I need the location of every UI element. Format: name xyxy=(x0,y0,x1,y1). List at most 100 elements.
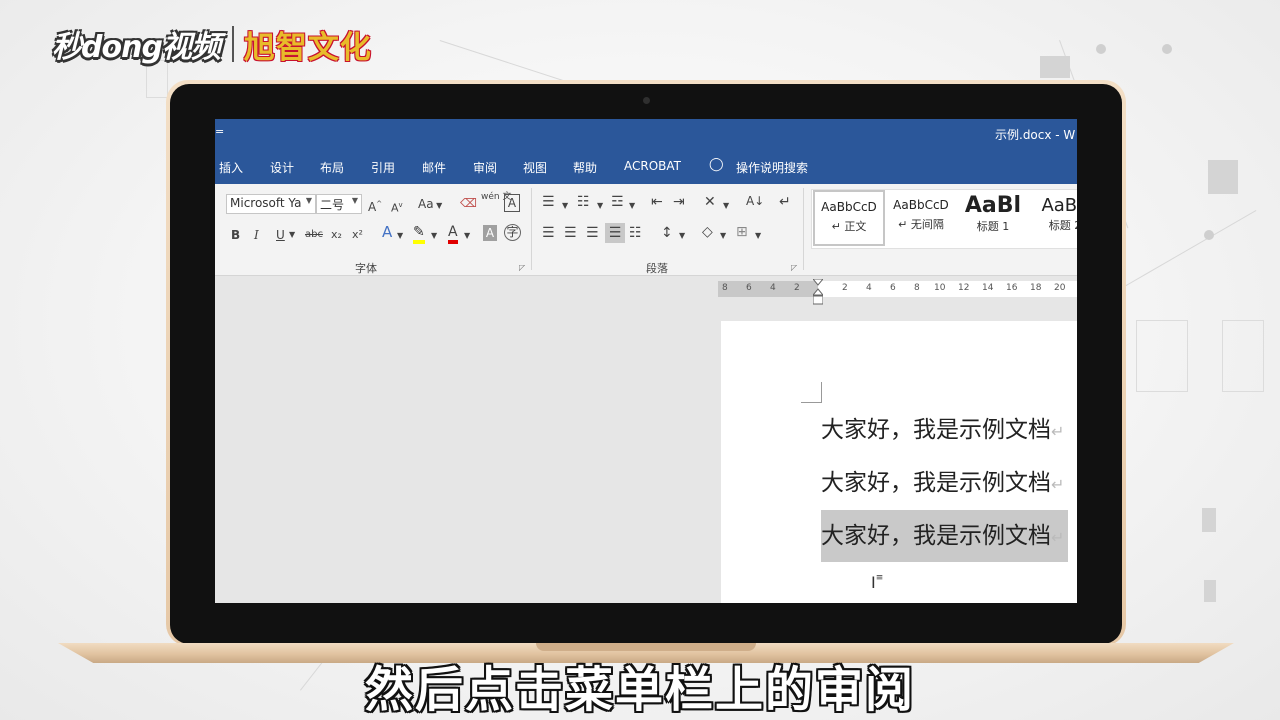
borders-icon[interactable]: ⊞ xyxy=(736,224,748,240)
doc-line-3-selected[interactable]: 大家好，我是示例文档↵ xyxy=(821,510,1069,562)
clear-format-icon[interactable]: ⌫ xyxy=(460,195,477,211)
ruler-tick: 8 xyxy=(914,283,920,293)
shading-icon[interactable]: ◇ xyxy=(702,224,713,240)
chevron-down-icon[interactable]: ▼ xyxy=(562,198,568,214)
line-spacing-icon[interactable]: ↕ xyxy=(661,225,673,241)
multilevel-list-icon[interactable]: ☲ xyxy=(611,194,624,210)
increase-indent-icon[interactable]: ⇥ xyxy=(673,194,685,210)
ruler-tick: 6 xyxy=(890,283,896,293)
style-heading-1[interactable]: AaBl 标题 1 xyxy=(957,190,1029,246)
ruler-tick: 10 xyxy=(934,283,946,293)
brand-logo: 秒dong视频 旭智文化 xyxy=(52,22,372,66)
ruler-tick: 4 xyxy=(866,283,872,293)
indent-marker-icon[interactable] xyxy=(813,279,823,305)
text-effects-icon[interactable]: A xyxy=(382,224,392,240)
justify-icon[interactable]: ☰ xyxy=(605,223,625,243)
highlight-icon[interactable]: ✎ xyxy=(413,224,425,244)
font-group-label: 字体 xyxy=(355,262,377,275)
ruler-tick: 8 xyxy=(722,283,728,293)
bullets-icon[interactable]: ☰ xyxy=(542,194,555,210)
text-cursor-icon: I≡ xyxy=(871,573,884,592)
ruler-tick: 12 xyxy=(958,283,970,293)
doc-line-2[interactable]: 大家好，我是示例文档↵ xyxy=(821,457,1068,509)
chevron-down-icon[interactable]: ▼ xyxy=(431,228,437,244)
sort-icon[interactable]: A↓ xyxy=(746,193,764,209)
ruler-tick: 20 xyxy=(1054,283,1066,293)
quick-access-icon[interactable]: = xyxy=(215,125,224,138)
para-mark-icon: ↵ xyxy=(898,218,911,231)
strikethrough-button[interactable]: abc xyxy=(305,227,323,243)
show-marks-icon[interactable]: ↵ xyxy=(779,194,791,210)
styles-gallery: AaBbCcD ↵ 正文 AaBbCcD ↵ 无间隔 AaBl 标题 1 AaB… xyxy=(811,189,1077,249)
tab-acrobat[interactable]: ACROBAT xyxy=(624,159,681,173)
horizontal-ruler[interactable]: 8 6 4 2 2 4 6 8 10 12 14 16 18 20 xyxy=(718,281,1077,297)
font-name-combo[interactable]: Microsoft Ya ▼ xyxy=(226,194,316,214)
subscript-button[interactable]: x₂ xyxy=(331,227,342,243)
font-color-icon[interactable]: A xyxy=(448,224,458,244)
chevron-down-icon[interactable]: ▼ xyxy=(597,198,603,214)
tab-view[interactable]: 视图 xyxy=(523,159,547,176)
tab-design[interactable]: 设计 xyxy=(270,159,294,176)
chevron-down-icon[interactable]: ▼ xyxy=(723,198,729,214)
align-left-icon[interactable]: ☰ xyxy=(542,225,555,241)
style-no-spacing[interactable]: AaBbCcD ↵ 无间隔 xyxy=(885,190,957,246)
superscript-button[interactable]: x² xyxy=(352,227,363,243)
tell-me-search[interactable]: 操作说明搜索 xyxy=(736,159,808,176)
ribbon-tabs: 插入 设计 布局 引用 邮件 审阅 视图 帮助 ACROBAT ◯ 操作说明搜索 xyxy=(215,149,1077,184)
decrease-indent-icon[interactable]: ⇤ xyxy=(651,194,663,210)
para-mark-icon: ↵ xyxy=(831,220,845,233)
logo-xuzhi: 旭智文化 xyxy=(243,29,372,66)
logo-miaodong: 秒dong视频 xyxy=(52,30,221,65)
chevron-down-icon[interactable]: ▼ xyxy=(679,228,685,244)
dialog-launcher-icon[interactable]: ◸ xyxy=(791,263,797,272)
paragraph-group-label: 段落 xyxy=(646,262,668,275)
ruler-tick: 6 xyxy=(746,283,752,293)
italic-button[interactable]: I xyxy=(254,227,259,243)
shrink-font-button[interactable]: Av xyxy=(391,197,403,217)
grow-font-button[interactable]: A^ xyxy=(368,196,382,215)
char-border-button[interactable]: A xyxy=(504,194,520,212)
chevron-down-icon[interactable]: ▼ xyxy=(755,228,761,244)
font-size-combo[interactable]: 二号 ▼ xyxy=(316,194,362,214)
chevron-down-icon: ▼ xyxy=(305,196,312,205)
tab-help[interactable]: 帮助 xyxy=(573,159,597,176)
bold-button[interactable]: B xyxy=(231,227,240,243)
style-heading-2[interactable]: AaBb 标题 2 xyxy=(1029,190,1077,246)
ruler-margin xyxy=(718,281,818,297)
chevron-down-icon[interactable]: ▼ xyxy=(289,227,295,243)
tab-review[interactable]: 审阅 xyxy=(473,159,497,176)
tab-layout[interactable]: 布局 xyxy=(320,159,344,176)
chevron-down-icon[interactable]: ▼ xyxy=(464,228,470,244)
asian-layout-icon[interactable]: ✕ xyxy=(704,194,716,210)
char-shading-icon[interactable]: A xyxy=(483,225,497,241)
style-normal[interactable]: AaBbCcD ↵ 正文 xyxy=(813,190,885,246)
doc-line-1[interactable]: 大家好，我是示例文档↵ xyxy=(821,404,1068,456)
align-center-icon[interactable]: ☰ xyxy=(564,225,577,241)
change-case-button[interactable]: Aa ▼ xyxy=(418,196,442,214)
chevron-down-icon[interactable]: ▼ xyxy=(720,228,726,244)
group-divider xyxy=(803,188,804,270)
numbering-icon[interactable]: ☷ xyxy=(577,194,590,210)
tab-references[interactable]: 引用 xyxy=(371,159,395,176)
lightbulb-icon[interactable]: ◯ xyxy=(709,157,724,172)
chevron-down-icon[interactable]: ▼ xyxy=(397,228,403,244)
underline-button[interactable]: U xyxy=(276,227,285,243)
logo-divider xyxy=(231,26,234,62)
distributed-icon[interactable]: ☷ xyxy=(629,225,642,241)
group-divider xyxy=(531,188,532,270)
dialog-launcher-icon[interactable]: ◸ xyxy=(519,263,525,272)
tab-mailings[interactable]: 邮件 xyxy=(422,159,446,176)
align-right-icon[interactable]: ☰ xyxy=(586,225,599,241)
chevron-down-icon: ▼ xyxy=(351,196,358,205)
ruler-tick: 14 xyxy=(982,283,994,293)
ruler-tick: 16 xyxy=(1006,283,1018,293)
tab-insert[interactable]: 插入 xyxy=(219,159,243,176)
video-subtitle: 然后点击菜单栏上的审阅 xyxy=(364,662,915,718)
title-bar: = 示例.docx - W xyxy=(215,119,1077,149)
enclose-char-icon[interactable]: 字 xyxy=(504,224,521,241)
ruler-tick: 2 xyxy=(794,283,800,293)
ribbon: Microsoft Ya ▼ 二号 ▼ A^ Av Aa ▼ ⌫ wén 文 A B… xyxy=(215,184,1077,276)
chevron-down-icon[interactable]: ▼ xyxy=(629,198,635,214)
margin-corner-mark xyxy=(801,382,822,403)
ruler-tick: 2 xyxy=(842,283,848,293)
